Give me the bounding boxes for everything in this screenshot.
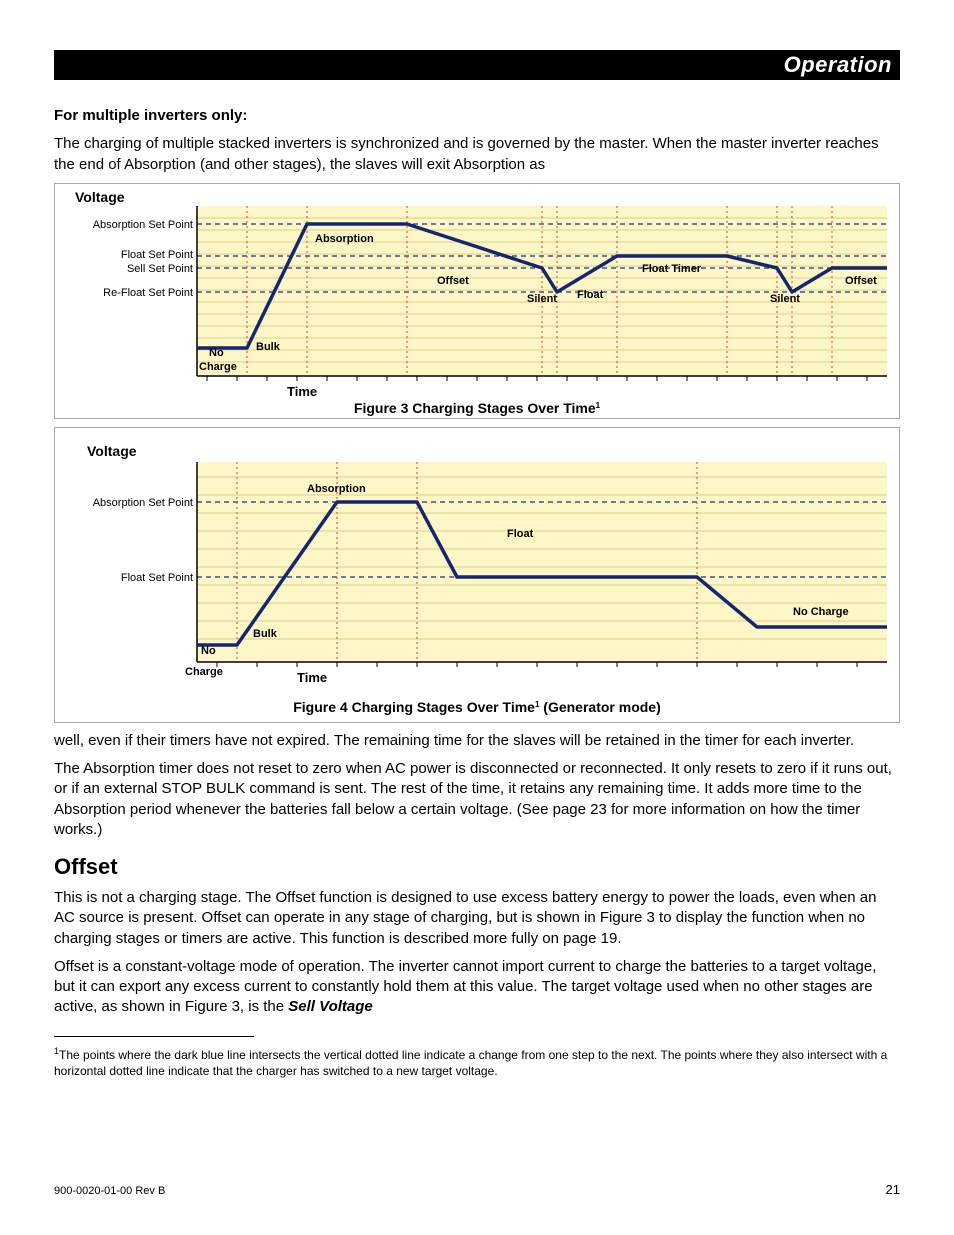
svg-text:No Charge: No Charge xyxy=(793,606,849,618)
svg-text:Charge: Charge xyxy=(199,361,237,373)
figure-4-chart: Voltage xyxy=(57,432,897,722)
svg-text:Absorption Set Point: Absorption Set Point xyxy=(93,219,193,231)
svg-text:Float: Float xyxy=(507,528,534,540)
svg-text:Silent: Silent xyxy=(770,293,800,305)
footer-docnum: 900-0020-01-00 Rev B xyxy=(54,1185,165,1197)
figure-3-caption: Figure 3 Charging Stages Over Time1 xyxy=(354,400,601,416)
figure-4-container: Voltage xyxy=(54,427,900,723)
figure-4-caption: Figure 4 Charging Stages Over Time1 (Gen… xyxy=(293,699,661,715)
footnote-1: 1The points where the dark blue line int… xyxy=(54,1045,900,1079)
footnote-divider xyxy=(54,1036,254,1037)
svg-text:Bulk: Bulk xyxy=(256,341,281,353)
svg-text:Sell Set Point: Sell Set Point xyxy=(127,263,193,275)
subheading-multi-inverters: For multiple inverters only: xyxy=(54,106,900,126)
absorption-timer-paragraph: The Absorption timer does not reset to z… xyxy=(54,759,900,840)
svg-text:Bulk: Bulk xyxy=(253,628,278,640)
header-title: Operation xyxy=(784,52,892,78)
svg-text:Charge: Charge xyxy=(185,666,223,678)
content: For multiple inverters only: The chargin… xyxy=(54,106,900,1079)
svg-text:Float Set Point: Float Set Point xyxy=(121,249,193,261)
fig3-yaxis-label: Voltage xyxy=(75,189,125,205)
continuation-paragraph: well, even if their timers have not expi… xyxy=(54,731,900,751)
svg-text:Re-Float Set Point: Re-Float Set Point xyxy=(103,287,193,299)
offset-heading: Offset xyxy=(54,854,900,880)
page-footer: 900-0020-01-00 Rev B 21 xyxy=(54,1185,900,1197)
svg-text:No: No xyxy=(209,347,224,359)
fig3-xaxis-label: Time xyxy=(287,384,317,399)
svg-text:Float Timer: Float Timer xyxy=(642,263,702,275)
intro-paragraph-1: The charging of multiple stacked inverte… xyxy=(54,134,900,175)
fig3-ylabels: Absorption Set Point Float Set Point Sel… xyxy=(93,219,193,299)
svg-text:Absorption: Absorption xyxy=(315,233,374,245)
fig4-yaxis-label: Voltage xyxy=(87,443,137,459)
page: Operation For multiple inverters only: T… xyxy=(0,0,954,1235)
svg-text:Silent: Silent xyxy=(527,293,557,305)
svg-text:Absorption: Absorption xyxy=(307,483,366,495)
svg-text:Offset: Offset xyxy=(845,275,877,287)
sell-voltage-term: Sell Voltage xyxy=(288,998,372,1015)
offset-paragraph-2: Offset is a constant-voltage mode of ope… xyxy=(54,957,900,1018)
svg-text:No: No xyxy=(201,645,216,657)
svg-text:Float Set Point: Float Set Point xyxy=(121,572,193,584)
figure-3-container: Voltage xyxy=(54,183,900,419)
svg-text:Absorption Set Point: Absorption Set Point xyxy=(93,497,193,509)
offset-paragraph-1: This is not a charging stage. The Offset… xyxy=(54,888,900,949)
footer-page-number: 21 xyxy=(886,1182,900,1197)
header-bar: Operation xyxy=(54,50,900,80)
figure-3-chart: Voltage xyxy=(57,188,897,418)
svg-text:Float: Float xyxy=(577,289,604,301)
fig4-xaxis-label: Time xyxy=(297,670,327,685)
svg-text:Offset: Offset xyxy=(437,275,469,287)
